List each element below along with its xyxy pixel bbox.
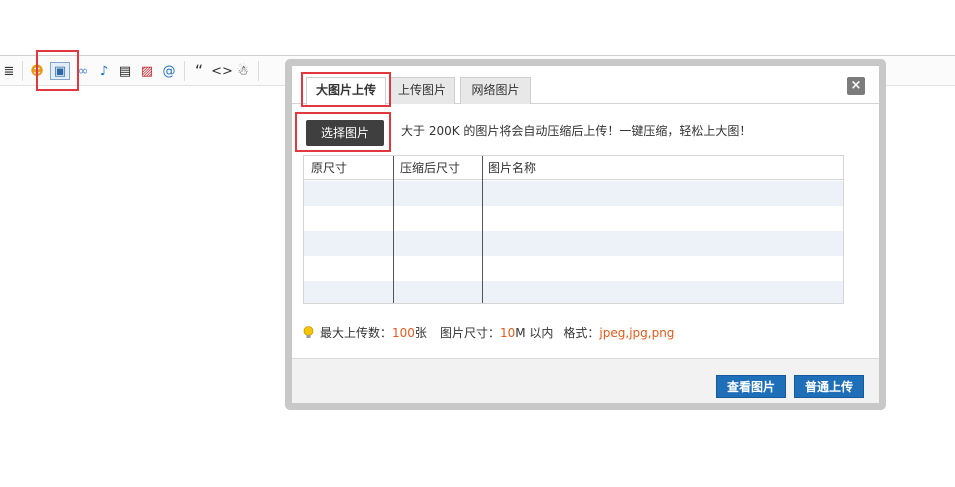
table-row <box>304 206 843 231</box>
close-icon[interactable]: × <box>847 77 865 95</box>
qq-icon[interactable]: ☃ <box>234 62 252 80</box>
at-icon[interactable]: @ <box>160 62 178 80</box>
image-list-table: 原尺寸 压缩后尺寸 图片名称 <box>303 155 844 304</box>
table-row <box>304 281 843 303</box>
normal-upload-button[interactable]: 普通上传 <box>794 375 864 398</box>
toolbar-divider <box>184 61 185 81</box>
music-icon[interactable]: ♪ <box>95 62 113 80</box>
code-icon[interactable]: <> <box>211 62 233 80</box>
upload-dialog-body: 大图片上传 上传图片 网络图片 × 选择图片 大于 200K 的图片将会自动压缩… <box>292 66 879 403</box>
table-row <box>304 256 843 281</box>
quote-icon[interactable]: “ <box>190 62 208 80</box>
toolbar-divider <box>258 61 259 81</box>
size-limit-value: 10 <box>499 325 516 340</box>
column-image-name: 图片名称 <box>488 161 537 175</box>
flash-icon[interactable]: ▨ <box>138 62 156 80</box>
dialog-footer: 查看图片 普通上传 <box>292 358 879 403</box>
table-row <box>304 231 843 256</box>
toolbar-divider <box>22 61 23 81</box>
column-original-size: 原尺寸 <box>311 161 348 175</box>
max-upload-unit: 张 <box>414 326 427 340</box>
tab-web-image[interactable]: 网络图片 <box>460 77 531 104</box>
compress-hint: 大于 200K 的图片将会自动压缩后上传！一键压缩，轻松上大图！ <box>401 124 752 138</box>
video-icon[interactable]: ▤ <box>116 62 134 80</box>
format-label: 格式： <box>563 326 600 340</box>
max-upload-label: 最大上传数： <box>320 326 393 340</box>
size-limit-unit: M 以内 <box>515 326 554 340</box>
table-header: 原尺寸 压缩后尺寸 图片名称 <box>304 156 843 180</box>
upload-limits: 最大上传数： 100 张 图片尺寸： 10 M 以内 格式： jpeg,jpg,… <box>303 324 674 341</box>
column-divider <box>393 156 394 303</box>
highlight-active-tab <box>301 72 391 107</box>
max-upload-value: 100 <box>392 325 415 340</box>
lightbulb-icon <box>303 326 314 338</box>
upload-dialog: 大图片上传 上传图片 网络图片 × 选择图片 大于 200K 的图片将会自动压缩… <box>285 59 886 410</box>
column-compressed-size: 压缩后尺寸 <box>400 161 461 175</box>
view-images-button[interactable]: 查看图片 <box>716 375 786 398</box>
column-divider <box>482 156 483 303</box>
highlight-choose-button <box>295 112 391 152</box>
table-row <box>304 181 843 206</box>
highlight-image-tool <box>36 50 79 91</box>
list-icon[interactable]: ≣ <box>0 62 18 80</box>
size-limit-label: 图片尺寸： <box>439 326 500 340</box>
format-value: jpeg,jpg,png <box>599 325 675 340</box>
tab-upload-image[interactable]: 上传图片 <box>389 77 455 104</box>
